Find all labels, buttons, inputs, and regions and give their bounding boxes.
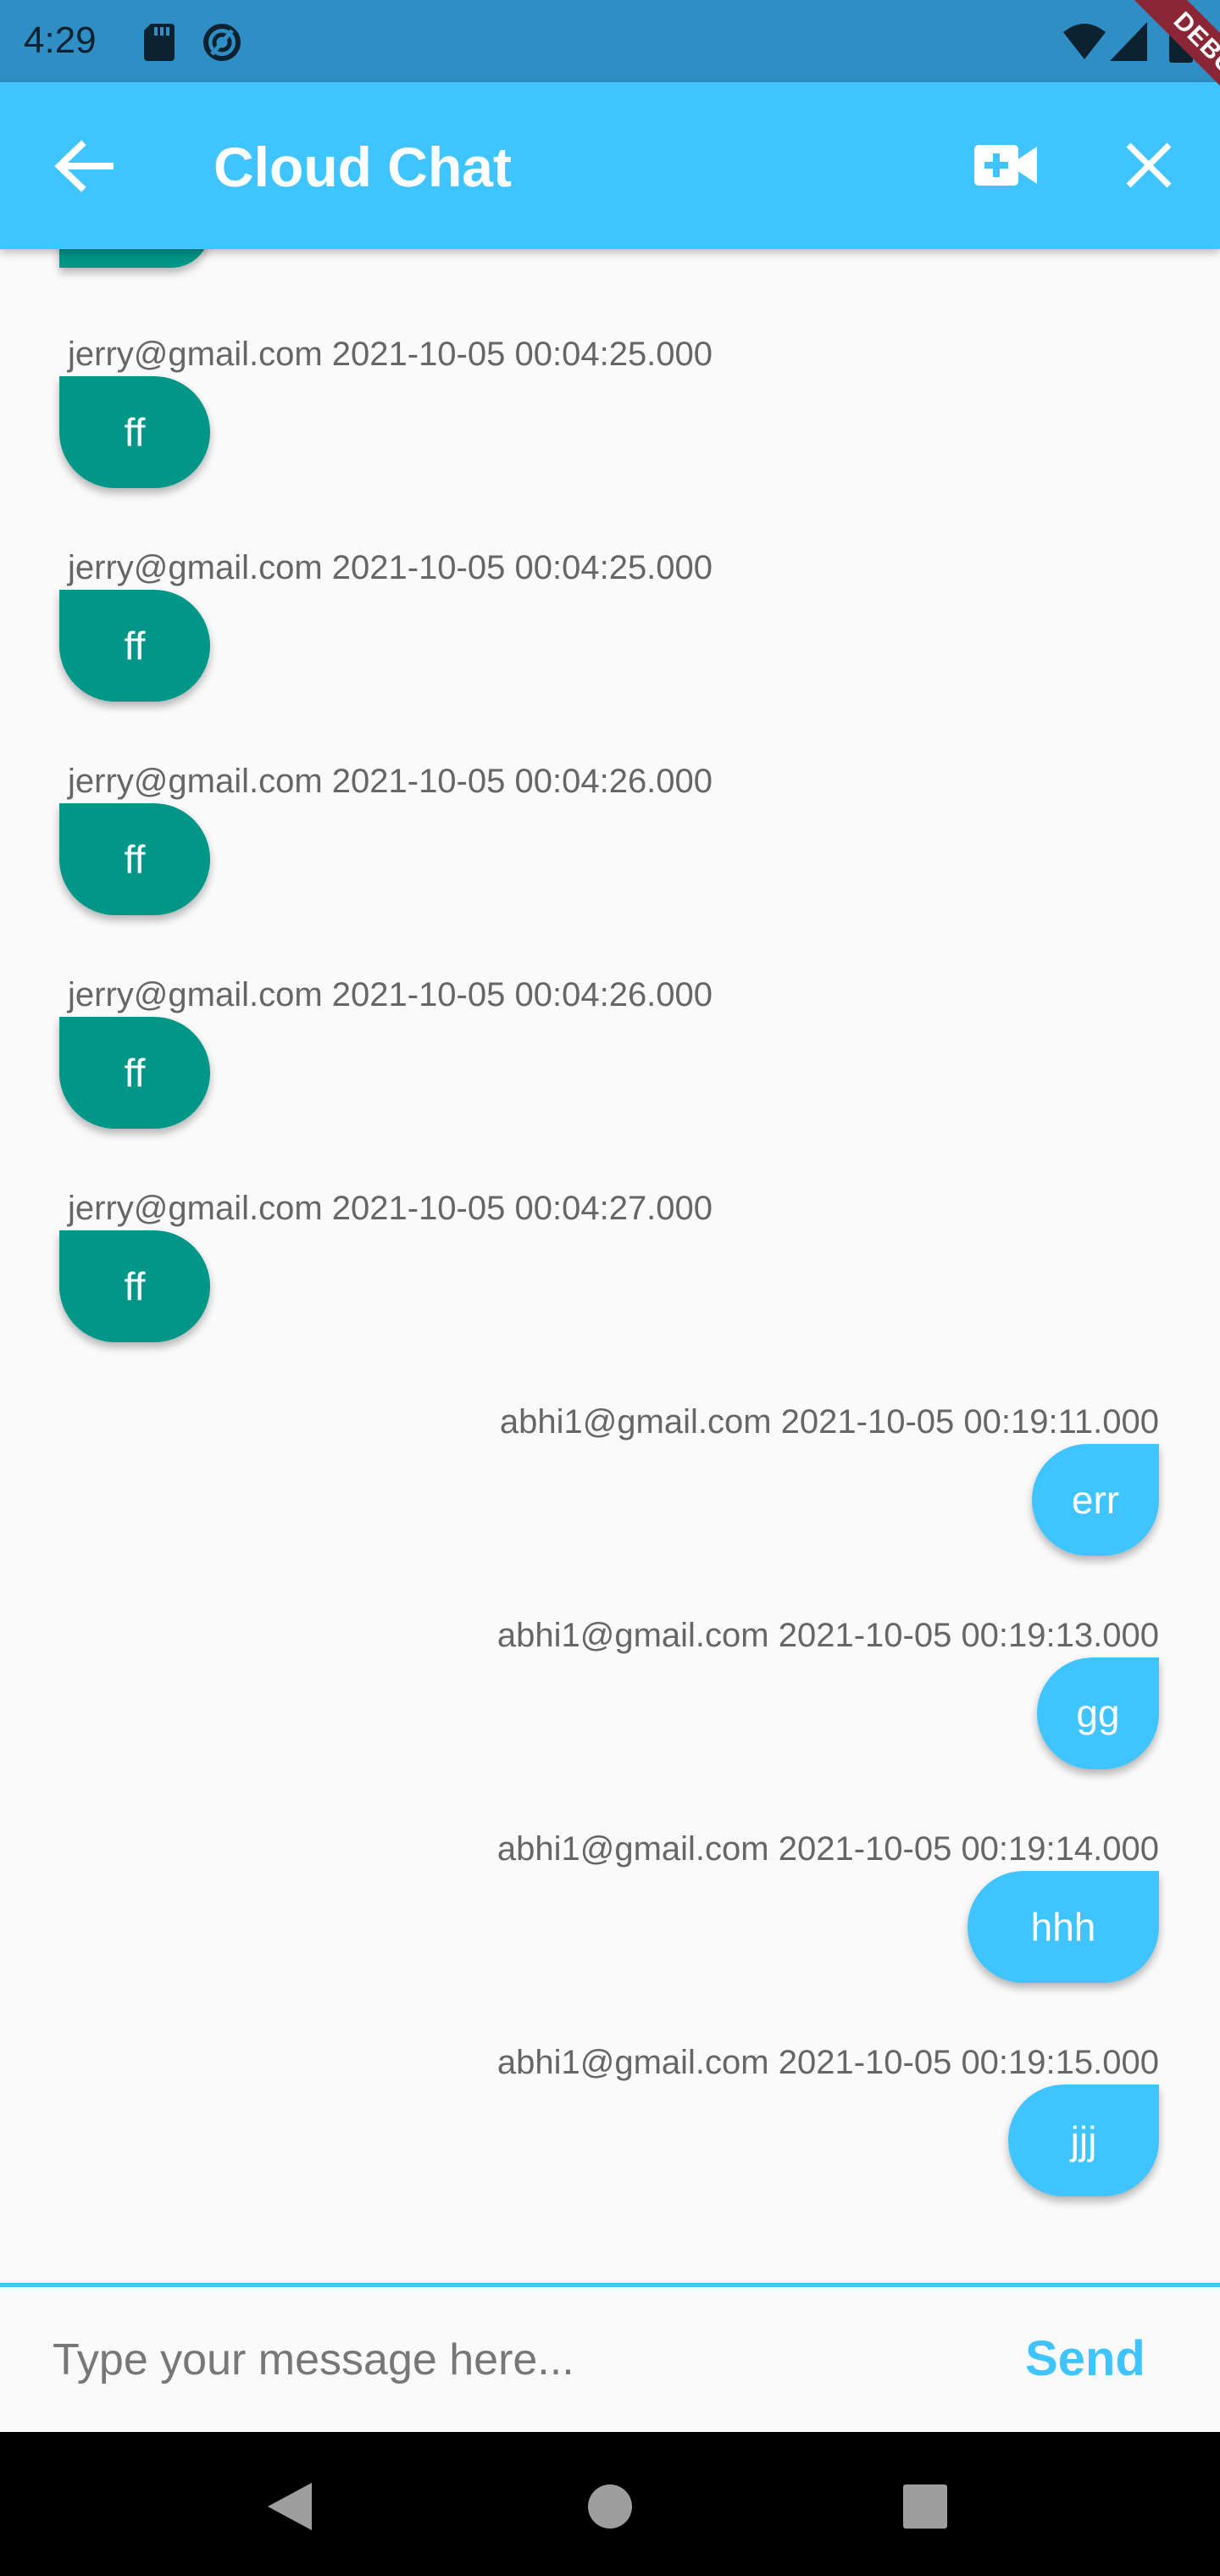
partial-message-bubble [59, 249, 210, 268]
close-icon[interactable] [1122, 138, 1176, 192]
message-bubble[interactable]: ff [59, 590, 210, 702]
sync-icon [203, 24, 241, 61]
message-sender-meta: abhi1@gmail.com 2021-10-05 00:19:11.000 [499, 1403, 1159, 1441]
video-call-icon[interactable] [974, 140, 1037, 191]
message-sender-meta: jerry@gmail.com 2021-10-05 00:04:26.000 [68, 976, 713, 1013]
wifi-icon [1063, 24, 1106, 59]
status-time: 4:29 [24, 19, 97, 61]
message-sender-meta: jerry@gmail.com 2021-10-05 00:04:25.000 [68, 336, 713, 373]
message-bubble[interactable]: hhh [968, 1871, 1159, 1983]
nav-home-icon[interactable] [586, 2483, 634, 2530]
send-button[interactable]: Send [1025, 2329, 1145, 2389]
message-sender-meta: jerry@gmail.com 2021-10-05 00:04:27.000 [68, 1190, 713, 1227]
message-sender-meta: abhi1@gmail.com 2021-10-05 00:19:14.000 [496, 1830, 1159, 1868]
system-nav-bar [0, 2432, 1220, 2576]
message-bubble[interactable]: gg [1037, 1657, 1159, 1769]
message-bubble[interactable]: ff [59, 1017, 210, 1129]
battery-icon [1169, 19, 1193, 63]
message-bubble[interactable]: ff [59, 376, 210, 488]
message-sender-meta: jerry@gmail.com 2021-10-05 00:04:26.000 [68, 763, 713, 800]
page-title: Cloud Chat [214, 136, 512, 198]
message-bubble[interactable]: ff [59, 803, 210, 915]
nav-recents-icon[interactable] [903, 2484, 947, 2529]
message-bubble[interactable]: jjj [1008, 2085, 1159, 2196]
back-arrow-icon[interactable] [51, 136, 114, 196]
message-bubble[interactable]: ff [59, 1230, 210, 1342]
app-bar: Cloud Chat [0, 82, 1220, 249]
message-bubble[interactable]: err [1032, 1444, 1159, 1556]
message-sender-meta: jerry@gmail.com 2021-10-05 00:04:25.000 [68, 549, 713, 586]
sd-card-icon [144, 24, 175, 61]
message-input[interactable] [51, 2312, 969, 2407]
message-composer: Send [0, 2287, 1220, 2432]
nav-back-icon[interactable] [264, 2481, 315, 2532]
signal-icon [1110, 22, 1147, 61]
status-bar: 4:29 [0, 0, 1220, 82]
message-sender-meta: abhi1@gmail.com 2021-10-05 00:19:13.000 [496, 1617, 1159, 1654]
message-list[interactable]: jerry@gmail.com 2021-10-05 00:04:25.000 … [0, 249, 1220, 2283]
message-sender-meta: abhi1@gmail.com 2021-10-05 00:19:15.000 [496, 2044, 1159, 2081]
